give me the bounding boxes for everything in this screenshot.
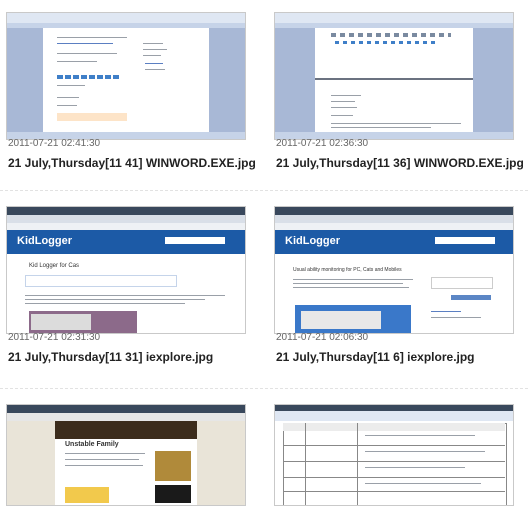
row-divider — [0, 388, 528, 389]
screenshot-timestamp: 2011-07-21 02:06:30 — [276, 332, 369, 343]
screenshot-thumbnail[interactable] — [274, 12, 514, 140]
screenshot-card — [274, 404, 524, 506]
screenshot-card: 2011-07-21 02:36:30 21 July,Thursday[11 … — [274, 12, 524, 172]
screenshot-thumbnail[interactable] — [274, 404, 514, 506]
screenshot-thumbnail[interactable]: KidLogger Usual ability monitoring for P… — [274, 206, 514, 334]
screenshot-thumbnail[interactable] — [6, 12, 246, 140]
kidlogger-logo: KidLogger — [285, 235, 340, 247]
screenshot-thumbnail[interactable]: KidLogger Kid Logger for Cas — [6, 206, 246, 334]
blog-title: Unstable Family — [65, 441, 119, 448]
screenshot-card: 2011-07-21 02:41:30 21 July,Thursday[11 … — [6, 12, 256, 172]
screenshot-card: KidLogger Kid Logger for Cas 2011-07-21 … — [6, 206, 256, 366]
kidlogger-logo: KidLogger — [17, 235, 72, 247]
screenshot-timestamp: 2011-07-21 02:36:30 — [276, 138, 369, 149]
page-heading: Usual ability monitoring for PC, Cats an… — [293, 267, 402, 273]
screenshot-timestamp: 2011-07-21 02:31:30 — [8, 332, 101, 343]
screenshot-filename[interactable]: 21 July,Thursday[11 31] iexplore.jpg — [8, 350, 213, 364]
screenshot-filename[interactable]: 21 July,Thursday[11 41] WINWORD.EXE.jpg — [8, 156, 256, 170]
screenshot-card: KidLogger Usual ability monitoring for P… — [274, 206, 524, 366]
screenshot-card: Unstable Family — [6, 404, 256, 506]
row-divider — [0, 190, 528, 191]
screenshot-timestamp: 2011-07-21 02:41:30 — [8, 138, 101, 149]
screenshot-thumbnail[interactable]: Unstable Family — [6, 404, 246, 506]
screenshot-filename[interactable]: 21 July,Thursday[11 36] WINWORD.EXE.jpg — [276, 156, 524, 170]
screenshot-filename[interactable]: 21 July,Thursday[11 6] iexplore.jpg — [276, 350, 475, 364]
page-heading: Kid Logger for Cas — [29, 263, 80, 269]
